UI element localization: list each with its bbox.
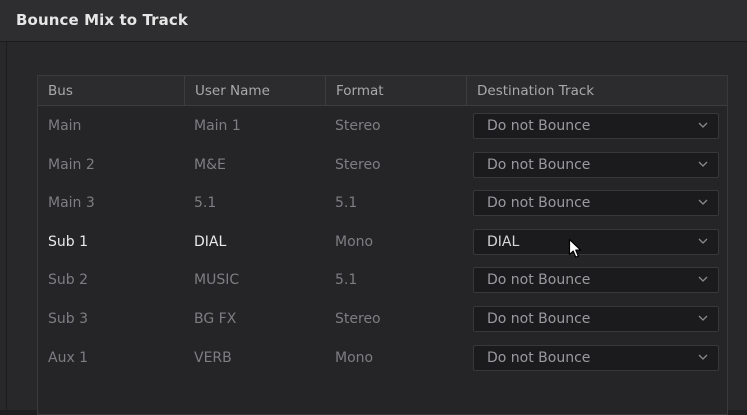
table-row[interactable]: Sub 3 BG FX Stereo Do not Bounce: [38, 300, 727, 338]
format-cell: 5.1: [335, 272, 358, 289]
table-header: Bus User Name Format Destination Track: [38, 76, 727, 106]
user-name-cell: MUSIC: [194, 272, 240, 289]
chevron-down-icon: [698, 199, 708, 206]
chevron-down-icon: [698, 122, 708, 128]
user-name-cell: Main 1: [194, 118, 241, 134]
format-cell: Mono: [335, 349, 374, 366]
bus-cell: Sub 1: [48, 233, 89, 250]
user-name-cell: DIAL: [194, 233, 227, 250]
format-cell: Stereo: [335, 311, 381, 327]
column-header-format: Format: [325, 76, 466, 105]
table-row[interactable]: Sub 1 DIAL Mono DIAL: [38, 223, 727, 261]
bus-cell: Main 2: [48, 156, 95, 173]
dialog-title: Bounce Mix to Track: [16, 11, 188, 29]
destination-track-value: Do not Bounce: [487, 195, 591, 212]
destination-track-value: Do not Bounce: [487, 118, 591, 134]
bus-cell: Sub 3: [48, 311, 89, 327]
table-row[interactable]: Main 3 5.1 5.1 Do not Bounce: [38, 184, 727, 222]
chevron-down-icon: [698, 354, 708, 360]
column-header-destination-track: Destination Track: [466, 76, 727, 105]
destination-track-value: Do not Bounce: [487, 272, 591, 289]
format-cell: Stereo: [335, 156, 381, 173]
bus-table: Bus User Name Format Destination Track M…: [37, 75, 728, 415]
user-name-cell: BG FX: [194, 311, 237, 327]
destination-track-value: Do not Bounce: [487, 156, 591, 173]
chevron-down-icon: [698, 161, 708, 167]
divider: [6, 42, 7, 410]
user-name-cell: VERB: [194, 349, 232, 366]
destination-track-value: DIAL: [487, 233, 520, 250]
chevron-down-icon: [698, 276, 708, 283]
destination-track-dropdown[interactable]: Do not Bounce: [473, 190, 719, 217]
bus-cell: Main 3: [48, 195, 95, 212]
destination-track-dropdown[interactable]: Do not Bounce: [473, 344, 719, 371]
format-cell: 5.1: [335, 195, 358, 212]
format-cell: Stereo: [335, 118, 381, 134]
table-row[interactable]: Sub 2 MUSIC 5.1 Do not Bounce: [38, 261, 727, 299]
destination-track-dropdown[interactable]: Do not Bounce: [473, 306, 719, 332]
user-name-cell: M&E: [194, 156, 226, 173]
table-row[interactable]: Main 2 M&E Stereo Do not Bounce: [38, 146, 727, 184]
destination-track-dropdown[interactable]: Do not Bounce: [473, 267, 719, 294]
table-row[interactable]: Main Main 1 Stereo Do not Bounce: [38, 107, 727, 145]
title-bar: Bounce Mix to Track: [0, 0, 747, 42]
chevron-down-icon: [698, 315, 708, 321]
chevron-down-icon: [698, 238, 708, 244]
destination-track-dropdown[interactable]: Do not Bounce: [473, 151, 719, 178]
destination-track-dropdown[interactable]: DIAL: [473, 228, 719, 255]
table-row[interactable]: Aux 1 VERB Mono Do not Bounce: [38, 339, 727, 377]
user-name-cell: 5.1: [194, 195, 217, 212]
bus-cell: Sub 2: [48, 272, 89, 289]
format-cell: Mono: [335, 233, 374, 250]
destination-track-value: Do not Bounce: [487, 311, 591, 327]
bounce-mix-dialog: Bounce Mix to Track Bus User Name Format…: [0, 0, 747, 415]
destination-track-dropdown[interactable]: Do not Bounce: [473, 113, 719, 139]
column-header-user-name: User Name: [184, 76, 325, 105]
destination-track-value: Do not Bounce: [487, 349, 591, 366]
column-header-bus: Bus: [48, 83, 73, 99]
bus-cell: Main: [48, 118, 82, 134]
bus-cell: Aux 1: [48, 349, 89, 366]
mouse-pointer-icon: [568, 238, 582, 258]
